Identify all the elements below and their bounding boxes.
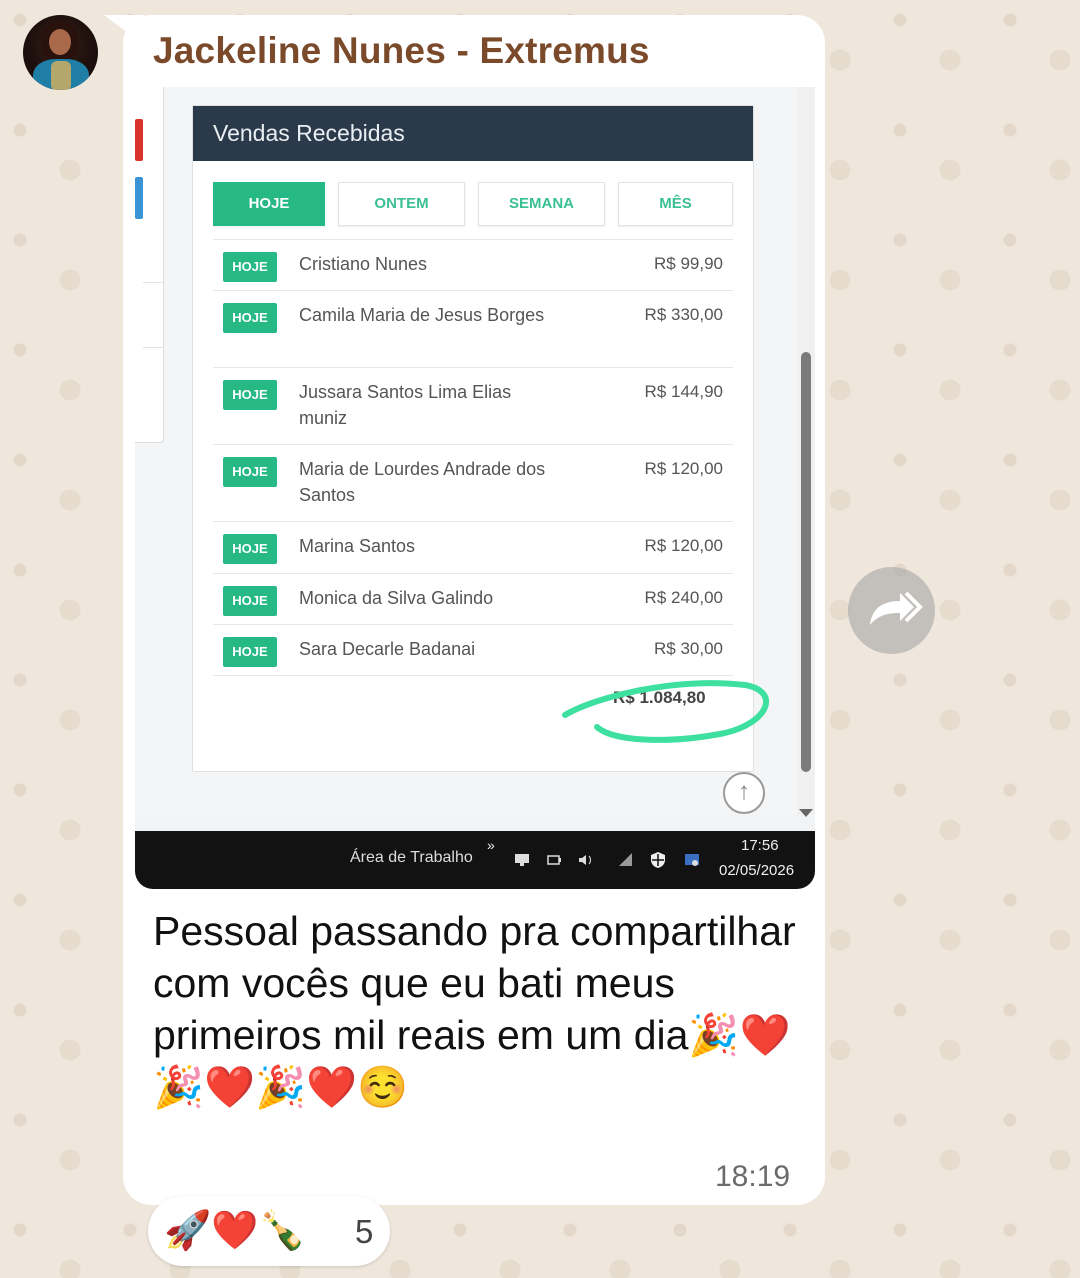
sender-name[interactable]: Jackeline Nunes - Extremus bbox=[153, 30, 650, 72]
period-tabs: HOJE ONTEM SEMANA MÊS bbox=[213, 182, 733, 226]
customer-name: Sara Decarle Badanai bbox=[299, 639, 476, 659]
today-badge: HOJE bbox=[223, 303, 277, 333]
today-badge: HOJE bbox=[223, 637, 277, 667]
sale-row: HOJE Cristiano Nunes R$ 99,90 bbox=[213, 239, 733, 290]
sales-list: HOJE Cristiano Nunes R$ 99,90 HOJE Camil… bbox=[213, 239, 733, 676]
tab-hoje[interactable]: HOJE bbox=[213, 182, 325, 226]
sale-row: HOJE Sara Decarle Badanai R$ 30,00 bbox=[213, 624, 733, 676]
clock-date[interactable]: 02/05/2026 bbox=[719, 862, 794, 879]
sale-row: HOJE Camila Maria de Jesus Borges R$ 330… bbox=[213, 290, 733, 367]
screenshot-page: Vendas Recebidas HOJE ONTEM SEMANA MÊS H… bbox=[135, 87, 815, 817]
customer-name: Cristiano Nunes bbox=[299, 254, 428, 274]
side-divider bbox=[143, 347, 163, 348]
scroll-down-arrow[interactable] bbox=[799, 809, 813, 817]
tab-mes[interactable]: MÊS bbox=[618, 182, 733, 226]
message-text: Pessoal passando pra compartilhar com vo… bbox=[153, 905, 808, 1113]
tab-semana[interactable]: SEMANA bbox=[478, 182, 605, 226]
customer-name: Maria de Lourdes Andrade dos Santos bbox=[299, 459, 546, 505]
forward-icon[interactable] bbox=[848, 567, 935, 654]
sale-row: HOJE Maria de Lourdes Andrade dos Santos… bbox=[213, 444, 733, 521]
green-circle-highlight bbox=[562, 680, 769, 743]
shared-screenshot[interactable]: Vendas Recebidas HOJE ONTEM SEMANA MÊS H… bbox=[135, 87, 815, 889]
network-icon[interactable] bbox=[513, 851, 531, 869]
taskbar-chevron[interactable]: » bbox=[487, 837, 495, 853]
shield-icon[interactable] bbox=[649, 851, 667, 869]
side-divider bbox=[143, 282, 163, 283]
tab-ontem[interactable]: ONTEM bbox=[338, 182, 465, 226]
sale-value: R$ 120,00 bbox=[644, 459, 723, 478]
reactions-pill[interactable]: 🚀❤️🍾 bbox=[148, 1196, 390, 1266]
sync-icon[interactable] bbox=[683, 851, 701, 869]
sale-row: HOJE Marina Santos R$ 120,00 bbox=[213, 521, 733, 573]
sale-row: HOJE Jussara Santos Lima Elias muniz R$ … bbox=[213, 367, 733, 444]
customer-name: Monica da Silva Galindo bbox=[299, 588, 494, 608]
panel-title: Vendas Recebidas bbox=[193, 106, 753, 161]
sale-row: HOJE Monica da Silva Galindo R$ 240,00 bbox=[213, 573, 733, 624]
windows-taskbar: Área de Trabalho » 17:56 02/05/2026 bbox=[135, 831, 815, 889]
side-red-marker bbox=[135, 119, 143, 161]
clock-time[interactable]: 17:56 bbox=[741, 837, 779, 854]
customer-name: Camila Maria de Jesus Borges bbox=[299, 305, 545, 325]
reaction-count[interactable]: 5 bbox=[355, 1213, 373, 1251]
sale-value: R$ 144,90 bbox=[644, 382, 723, 401]
message-time: 18:19 bbox=[715, 1160, 791, 1193]
today-badge: HOJE bbox=[223, 534, 277, 564]
today-badge: HOJE bbox=[223, 252, 277, 282]
reaction-emojis: 🚀❤️🍾 bbox=[164, 1208, 306, 1252]
today-badge: HOJE bbox=[223, 380, 277, 410]
side-blue-marker bbox=[135, 177, 143, 219]
volume-icon[interactable] bbox=[577, 851, 595, 869]
sale-value: R$ 30,00 bbox=[654, 639, 723, 658]
sale-value: R$ 120,00 bbox=[644, 536, 723, 555]
sale-value: R$ 330,00 bbox=[644, 305, 723, 324]
forward-arrow-icon bbox=[870, 591, 923, 625]
today-badge: HOJE bbox=[223, 586, 277, 616]
customer-name: Jussara Santos Lima Elias muniz bbox=[299, 382, 512, 428]
sales-panel: Vendas Recebidas HOJE ONTEM SEMANA MÊS H… bbox=[192, 105, 754, 772]
today-badge: HOJE bbox=[223, 457, 277, 487]
battery-icon[interactable] bbox=[545, 851, 563, 869]
sale-value: R$ 240,00 bbox=[644, 588, 723, 607]
scrollbar-thumb[interactable] bbox=[801, 352, 811, 772]
sale-value: R$ 99,90 bbox=[654, 254, 723, 273]
avatar[interactable] bbox=[23, 15, 98, 90]
scroll-up-icon[interactable]: ↑ bbox=[723, 772, 765, 814]
desktop-label[interactable]: Área de Trabalho bbox=[350, 849, 473, 867]
wifi-icon[interactable] bbox=[617, 851, 635, 869]
customer-name: Marina Santos bbox=[299, 536, 416, 556]
